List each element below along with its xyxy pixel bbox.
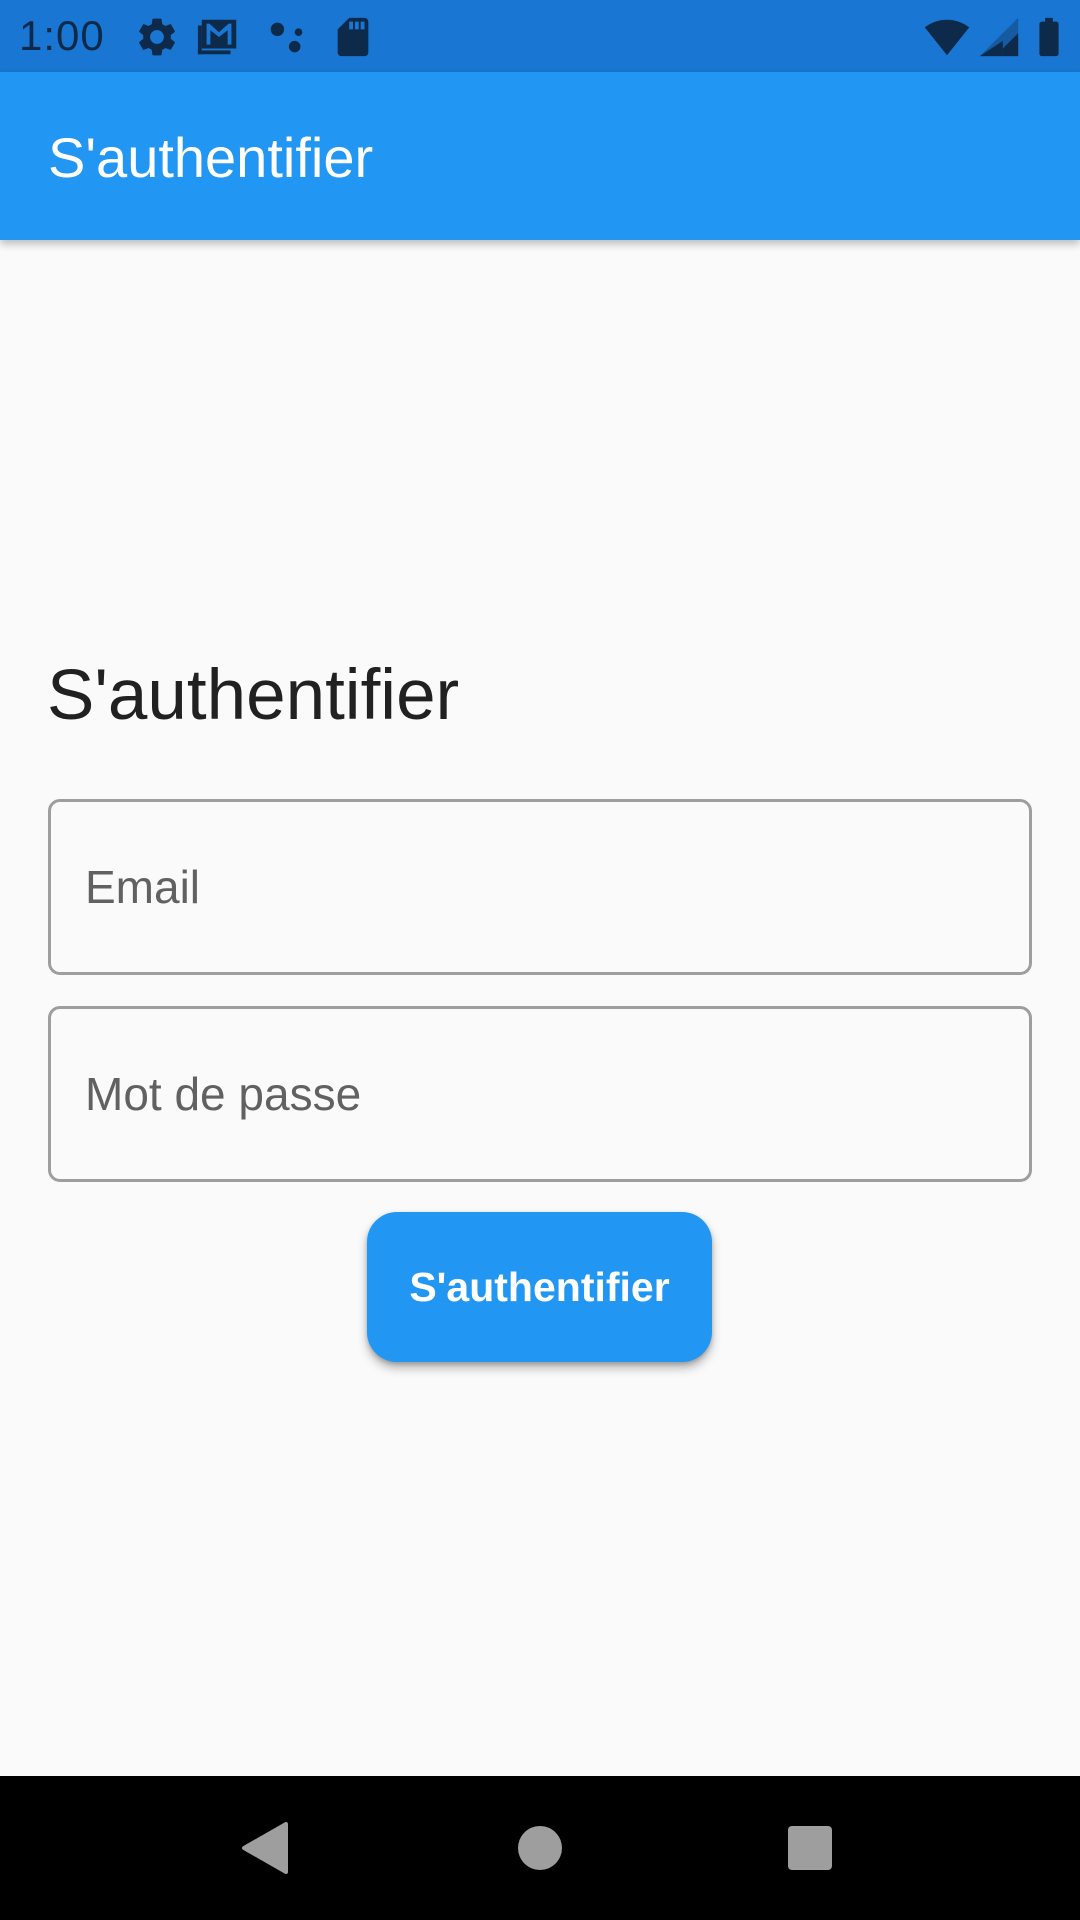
app-bar-title: S'authentifier bbox=[48, 126, 374, 189]
password-field-label: Mot de passe bbox=[85, 1068, 362, 1120]
gmail-icon bbox=[196, 14, 242, 60]
email-field[interactable]: Email bbox=[48, 799, 1032, 975]
email-field-label: Email bbox=[85, 861, 201, 913]
recents-icon[interactable] bbox=[738, 1776, 882, 1920]
app-bar: S'authentifier bbox=[0, 72, 1080, 240]
back-icon[interactable] bbox=[196, 1776, 340, 1920]
login-button[interactable]: S'authentifier bbox=[367, 1212, 712, 1362]
assistant-dots-icon bbox=[264, 14, 310, 60]
system-nav-bar bbox=[0, 1776, 1080, 1920]
status-time: 1:00 bbox=[19, 12, 105, 59]
page-heading: S'authentifier bbox=[47, 656, 460, 735]
status-bar: 1:00 bbox=[0, 0, 1080, 72]
battery-icon bbox=[1026, 14, 1072, 60]
sd-card-icon bbox=[330, 14, 376, 60]
home-icon[interactable] bbox=[468, 1776, 612, 1920]
settings-icon bbox=[134, 14, 180, 60]
login-button-label: S'authentifier bbox=[409, 1264, 670, 1310]
cellular-signal-icon bbox=[976, 14, 1022, 60]
password-field[interactable]: Mot de passe bbox=[48, 1006, 1032, 1182]
wifi-icon bbox=[924, 14, 970, 60]
